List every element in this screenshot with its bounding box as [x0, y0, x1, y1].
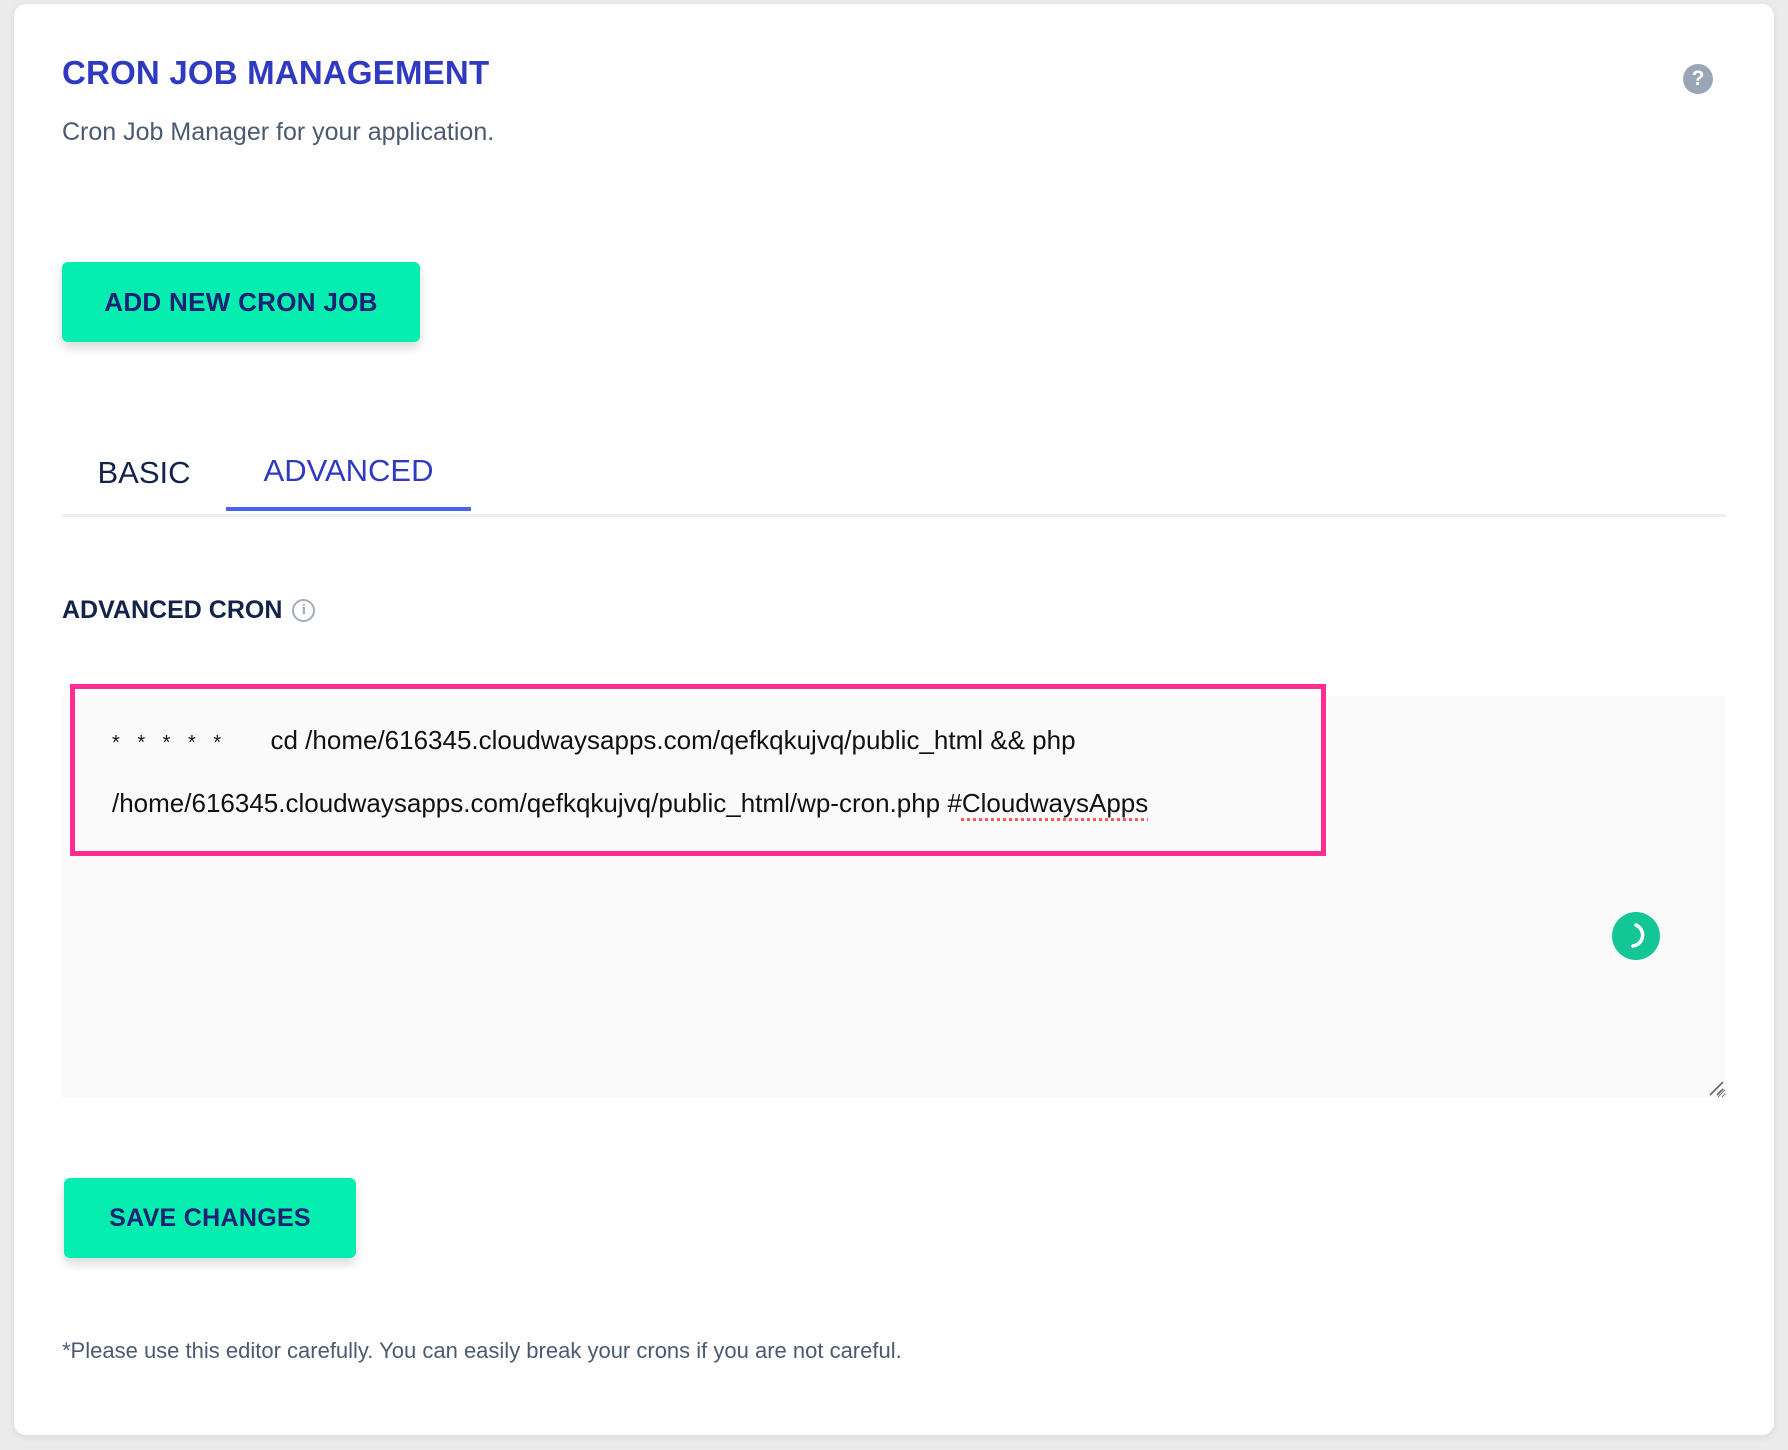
advanced-cron-label-text: ADVANCED CRON	[62, 596, 283, 624]
info-circle-icon[interactable]: i	[292, 599, 316, 622]
resize-handle-icon[interactable]	[1708, 1080, 1724, 1096]
save-changes-button[interactable]: SAVE CHANGES	[64, 1178, 356, 1258]
loading-spinner-icon	[1612, 912, 1660, 960]
add-new-cron-job-button[interactable]: ADD NEW CRON JOB	[62, 262, 420, 342]
page-subtitle: Cron Job Manager for your application.	[62, 118, 495, 146]
warning-footnote: *Please use this editor carefully. You c…	[62, 1338, 902, 1363]
page-title: CRON JOB MANAGEMENT	[62, 54, 490, 91]
advanced-cron-label: ADVANCED CRON i	[62, 596, 316, 625]
spinner-arc-icon	[1631, 923, 1645, 948]
advanced-cron-editor[interactable]	[62, 696, 1726, 1098]
question-circle-icon[interactable]: ?	[1683, 64, 1713, 94]
tab-bar: BASIC ADVANCED	[62, 434, 1726, 517]
tab-advanced[interactable]: ADVANCED	[226, 434, 471, 511]
cron-job-card: CRON JOB MANAGEMENT Cron Job Manager for…	[14, 4, 1774, 1435]
tab-basic[interactable]: BASIC	[62, 434, 226, 511]
